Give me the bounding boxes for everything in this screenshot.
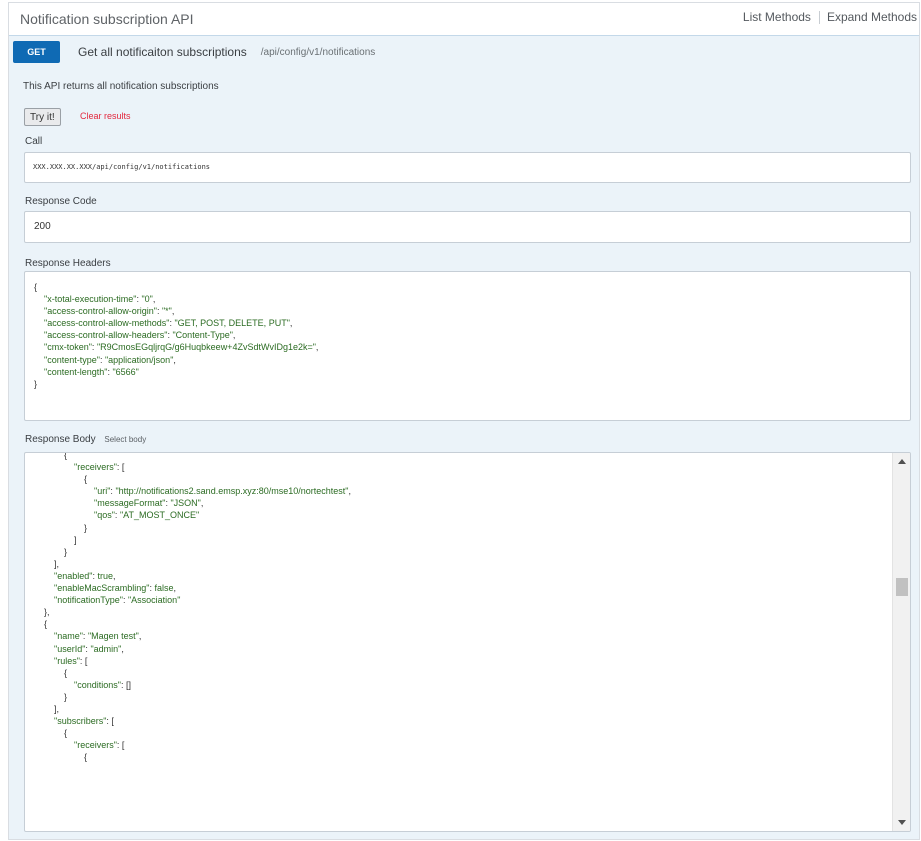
header-json-line: "access-control-allow-origin": "*", <box>44 306 175 317</box>
operation-path[interactable]: /api/config/v1/notifications <box>261 47 376 58</box>
body-json-line: "qos": "AT_MOST_ONCE" <box>94 510 200 521</box>
response-headers-json: { "x-total-execution-time": "0", "access… <box>34 281 910 390</box>
response-headers-label: Response Headers <box>25 258 111 269</box>
try-it-button[interactable]: Try it! <box>24 108 61 126</box>
api-panel: Notification subscription API List Metho… <box>8 2 920 840</box>
body-json-line: { <box>34 619 48 630</box>
body-json-line: "name": "Magen test", <box>54 631 142 642</box>
body-json-line: ] <box>34 534 77 545</box>
api-header: Notification subscription API List Metho… <box>9 3 919 34</box>
body-json-line: "enableMacScrambling": false, <box>54 583 176 594</box>
response-body-scrollbar[interactable] <box>892 453 910 831</box>
body-json-line: { <box>34 752 88 763</box>
body-json-line: "conditions": [] <box>74 679 131 690</box>
body-json-line: }, <box>34 607 50 618</box>
body-json-line: } <box>34 546 68 557</box>
expand-methods-link[interactable]: Expand Methods <box>827 10 917 24</box>
operation-header[interactable]: GET Get all notificaiton subscriptions /… <box>13 40 375 64</box>
header-json-line: "content-type": "application/json", <box>44 354 176 365</box>
response-headers-box: { "x-total-execution-time": "0", "access… <box>24 271 911 421</box>
body-json-line: "userId": "admin", <box>54 643 124 654</box>
response-body-json: { "receivers": [ { "uri": "http://notifi… <box>34 453 889 763</box>
body-json-line: { <box>34 453 68 460</box>
operation-summary[interactable]: Get all notificaiton subscriptions <box>78 45 247 59</box>
call-label: Call <box>25 136 43 147</box>
header-json-line: { <box>34 282 38 292</box>
header-json-line: "x-total-execution-time": "0", <box>44 294 156 305</box>
scrollbar-thumb[interactable] <box>896 578 908 596</box>
response-body-viewport[interactable]: { "receivers": [ { "uri": "http://notifi… <box>34 453 889 831</box>
header-json-line: "cmx-token": "R9CmosEGqljrqG/g6Huqbkeew+… <box>44 342 319 353</box>
scroll-down-arrow-icon[interactable] <box>898 820 906 825</box>
body-json-line: ], <box>34 558 60 569</box>
call-url-box: XXX.XXX.XX.XXX/api/config/v1/notificatio… <box>24 152 911 183</box>
body-json-line: "uri": "http://notifications2.sand.emsp.… <box>94 486 351 497</box>
body-json-line: "notificationType": "Association" <box>54 595 181 606</box>
body-json-line: "subscribers": [ <box>54 716 114 727</box>
operation-panel: GET Get all notificaiton subscriptions /… <box>9 35 919 839</box>
header-json-line: } <box>34 378 38 389</box>
header-links: List Methods Expand Methods <box>743 10 917 24</box>
body-json-line: } <box>34 691 68 702</box>
http-method-badge[interactable]: GET <box>13 41 60 63</box>
operation-description: This API returns all notification subscr… <box>23 81 219 92</box>
body-json-line: ], <box>34 703 60 714</box>
body-json-line: "rules": [ <box>54 655 88 666</box>
response-body-label: Response Body <box>25 434 96 445</box>
body-json-line: { <box>34 667 68 678</box>
response-body-box: { "receivers": [ { "uri": "http://notifi… <box>24 452 911 832</box>
clear-results-link[interactable]: Clear results <box>80 111 131 121</box>
body-json-line: "receivers": [ <box>74 462 125 473</box>
body-json-line: "receivers": [ <box>74 740 125 751</box>
body-json-line: { <box>34 728 68 739</box>
response-code-label: Response Code <box>25 196 97 207</box>
body-json-line: "messageFormat": "JSON", <box>94 498 204 509</box>
list-methods-link[interactable]: List Methods <box>743 10 811 24</box>
header-json-line: "access-control-allow-methods": "GET, PO… <box>44 318 293 329</box>
header-json-line: "access-control-allow-headers": "Content… <box>44 330 236 341</box>
body-json-line: { <box>34 474 88 485</box>
response-code-box: 200 <box>24 211 911 243</box>
scroll-up-arrow-icon[interactable] <box>898 459 906 464</box>
header-json-line: "content-length": "6566" <box>44 366 139 377</box>
body-json-line: "enabled": true, <box>54 570 116 581</box>
response-body-label-row: Response Body Select body <box>25 434 146 445</box>
api-title[interactable]: Notification subscription API <box>20 11 194 27</box>
body-json-line: } <box>34 522 88 533</box>
select-body-link[interactable]: Select body <box>104 435 146 444</box>
link-divider <box>818 10 820 24</box>
